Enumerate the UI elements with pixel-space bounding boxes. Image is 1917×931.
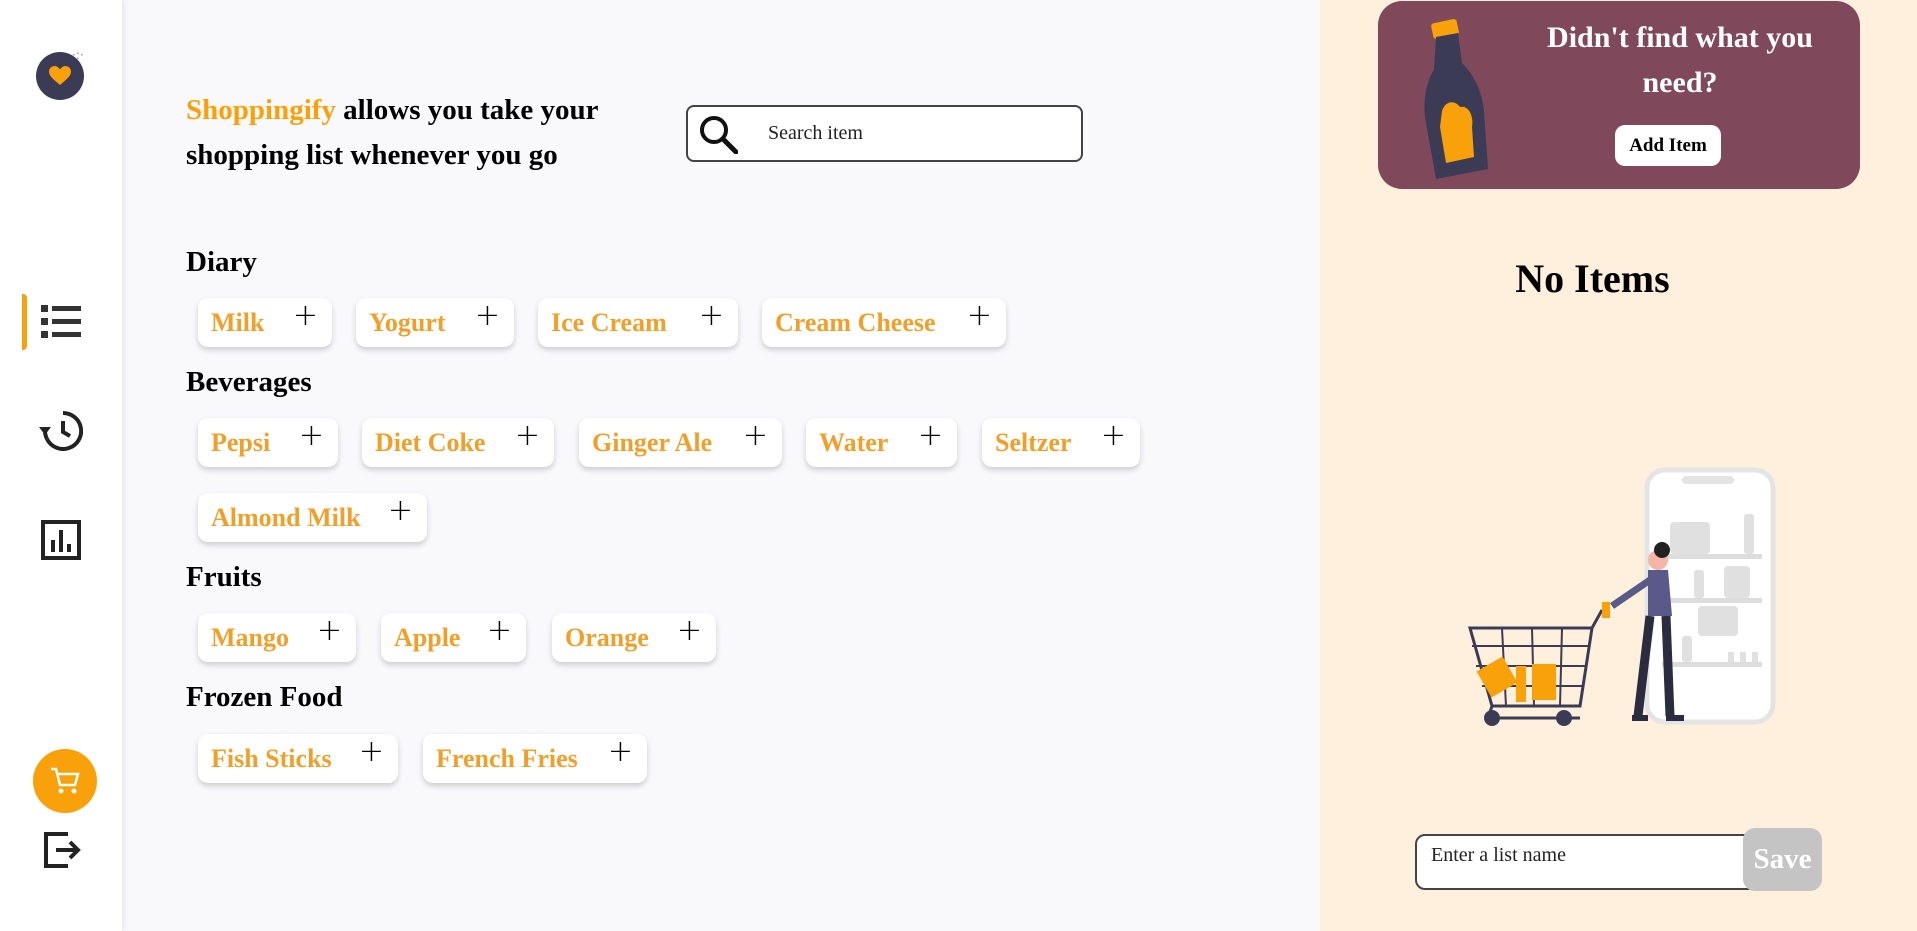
empty-list-message: No Items — [1515, 256, 1670, 301]
category-title: Fruits — [186, 561, 262, 593]
shopping-cart-icon — [51, 767, 80, 794]
item-chip[interactable]: Orange + — [552, 613, 716, 662]
item-chip[interactable]: Ginger Ale + — [579, 418, 782, 467]
banner-question: Didn't find what you need? — [1547, 21, 1813, 99]
add-item-icon[interactable]: + — [293, 298, 318, 333]
item-name: Almond Milk — [211, 502, 361, 532]
category-title: Beverages — [186, 366, 312, 398]
item-name: Cream Cheese — [775, 307, 936, 337]
add-item-icon[interactable]: + — [918, 418, 943, 453]
nav-items[interactable] — [0, 290, 122, 354]
item-chip[interactable]: Seltzer + — [982, 418, 1140, 467]
list-icon — [41, 305, 81, 338]
add-item-icon[interactable]: + — [515, 418, 540, 453]
item-chip[interactable]: Yogurt + — [356, 298, 514, 347]
item-chip[interactable]: Ice Cream + — [538, 298, 738, 347]
bottle-icon — [1424, 19, 1488, 179]
item-name: Diet Coke — [375, 427, 486, 457]
brand-name: Shoppingify — [186, 94, 336, 126]
add-item-icon[interactable]: + — [317, 613, 342, 648]
search-input[interactable] — [768, 122, 1068, 145]
shopping-list-panel: Didn't find what you need? Add Item No I… — [1320, 0, 1917, 931]
item-name: Mango — [211, 622, 289, 652]
add-item-icon[interactable]: + — [359, 734, 384, 769]
list-name-input[interactable] — [1415, 834, 1761, 890]
item-chip[interactable]: Milk + — [198, 298, 332, 347]
item-name: Fish Sticks — [211, 743, 332, 773]
history-icon — [39, 411, 83, 451]
logo: ·:· — [36, 48, 84, 100]
add-item-icon[interactable]: + — [967, 298, 992, 333]
add-item-icon[interactable]: + — [299, 418, 324, 453]
category-title: Diary — [186, 246, 257, 278]
search-box — [686, 105, 1083, 162]
nav-statistics[interactable] — [0, 508, 122, 572]
add-item-icon[interactable]: + — [743, 418, 768, 453]
page-tagline: Shoppingify allows you take your shoppin… — [186, 88, 646, 178]
item-name: Pepsi — [211, 427, 271, 457]
main-content: Shoppingify allows you take your shoppin… — [122, 0, 1320, 931]
item-name: Yogurt — [369, 307, 446, 337]
sidebar: ·:· — [0, 0, 122, 931]
add-item-icon[interactable]: + — [487, 613, 512, 648]
save-button[interactable]: Save — [1743, 828, 1822, 891]
search-icon — [694, 110, 742, 158]
item-chip[interactable]: Mango + — [198, 613, 356, 662]
item-name: Seltzer — [995, 427, 1072, 457]
sparkle-icon: ·:· — [72, 48, 84, 62]
nav-history[interactable] — [0, 399, 122, 463]
item-name: Ginger Ale — [592, 427, 713, 457]
item-chip[interactable]: Water + — [806, 418, 957, 467]
item-name: Orange — [565, 622, 649, 652]
item-chip[interactable]: Apple + — [381, 613, 526, 662]
add-item-icon[interactable]: + — [699, 298, 724, 333]
add-item-icon[interactable]: + — [677, 613, 702, 648]
add-item-button[interactable]: Add Item — [1615, 125, 1721, 166]
add-item-icon[interactable]: + — [608, 734, 633, 769]
item-chip[interactable]: Fish Sticks + — [198, 734, 398, 783]
logout-icon — [44, 832, 81, 868]
item-name: Ice Cream — [551, 307, 667, 337]
add-item-banner: Didn't find what you need? Add Item — [1378, 1, 1860, 189]
item-chip[interactable]: Diet Coke + — [362, 418, 554, 467]
shopping-illustration — [1468, 467, 1776, 726]
add-item-icon[interactable]: + — [475, 298, 500, 333]
item-name: French Fries — [436, 743, 578, 773]
heart-logo-icon — [49, 66, 71, 85]
logout-button[interactable] — [40, 828, 84, 872]
cart-button[interactable] — [33, 749, 97, 813]
item-chip[interactable]: Almond Milk + — [198, 493, 427, 542]
item-name: Apple — [394, 622, 461, 652]
add-item-icon[interactable]: + — [1101, 418, 1126, 453]
item-name: Water — [819, 427, 889, 457]
item-chip[interactable]: Pepsi + — [198, 418, 338, 467]
item-chip[interactable]: French Fries + — [423, 734, 647, 783]
item-chip[interactable]: Cream Cheese + — [762, 298, 1006, 347]
statistics-icon — [41, 520, 81, 560]
add-item-icon[interactable]: + — [388, 493, 413, 528]
item-name: Milk — [211, 307, 265, 337]
category-title: Frozen Food — [186, 681, 343, 713]
